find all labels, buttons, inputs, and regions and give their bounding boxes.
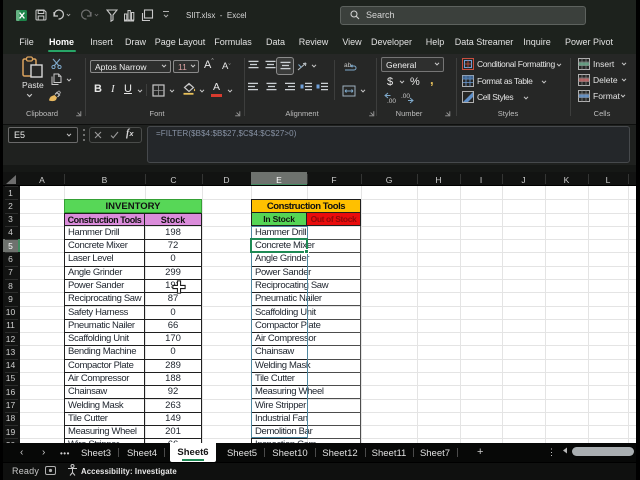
svg-text:.00: .00 (387, 98, 396, 104)
svg-text:.00: .00 (401, 93, 410, 100)
svg-text:ab: ab (344, 62, 352, 69)
